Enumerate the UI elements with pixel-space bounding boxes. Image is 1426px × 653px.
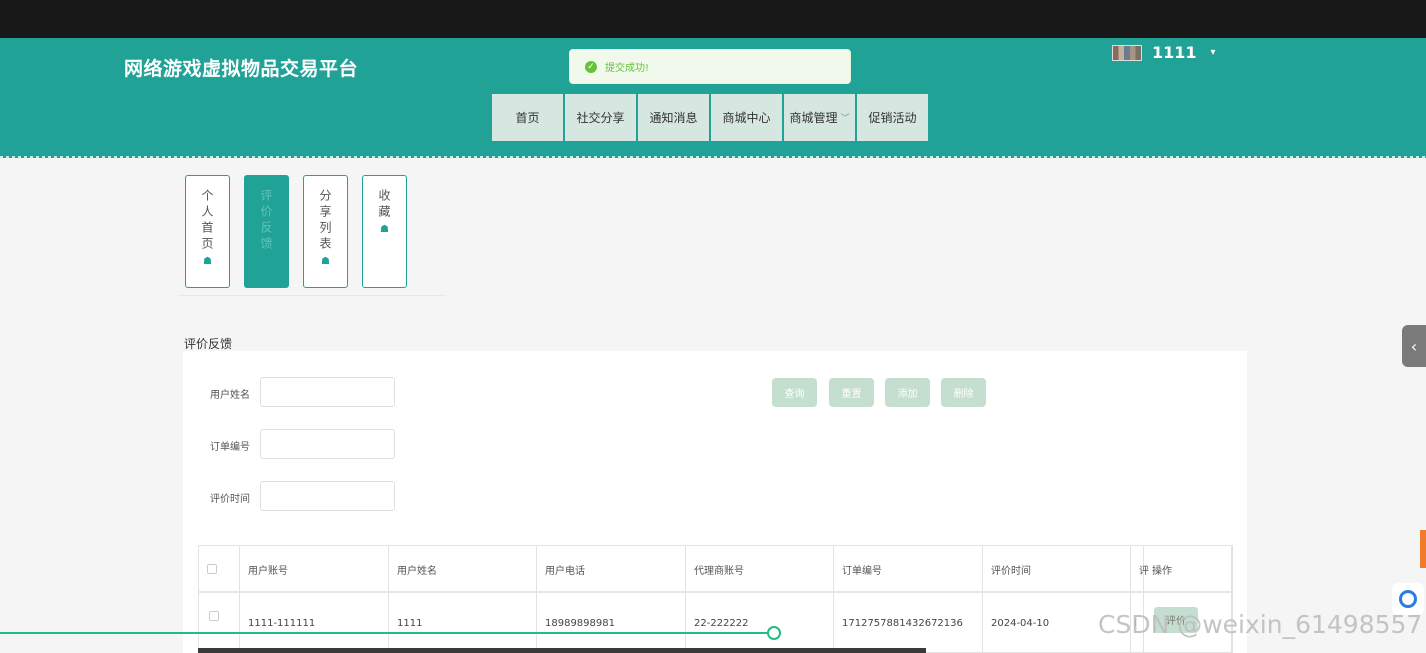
username-input[interactable] — [260, 377, 395, 407]
delete-button[interactable]: 删除 — [941, 378, 986, 407]
table-cell: 1712757881432672136 — [834, 593, 983, 652]
tab-share-list[interactable]: 分享列表 ☗ — [303, 175, 348, 288]
main-nav: 首页 社交分享 通知消息 商城中心 商城管理 ﹀ 促销活动 — [492, 94, 930, 141]
column-header[interactable]: 用户账号 — [240, 546, 389, 592]
column-header[interactable]: 代理商账号 — [686, 546, 834, 592]
tab-favorites[interactable]: 收藏 ☗ — [362, 175, 407, 288]
table-cell: 1111-111111 — [240, 593, 389, 652]
column-header[interactable]: 订单编号 — [834, 546, 983, 592]
page-title: 评价反馈 — [184, 337, 233, 351]
reset-button[interactable]: 重置 — [829, 378, 874, 407]
column-header[interactable]: 用户电话 — [537, 546, 686, 592]
select-all-cell — [199, 546, 240, 592]
username[interactable]: 1111 — [1152, 43, 1197, 62]
tab-divider — [178, 295, 446, 296]
watermark: CSDN @weixin_61498557 — [1098, 610, 1423, 639]
nav-promotions[interactable]: 促销活动 — [857, 94, 928, 141]
home-icon: ☗ — [380, 224, 389, 235]
progress-knob[interactable] — [767, 626, 781, 640]
caret-down-icon[interactable]: ▾ — [1211, 47, 1216, 58]
nav-social-share[interactable]: 社交分享 — [565, 94, 636, 141]
sidebar-toggle[interactable]: ‹ — [1402, 325, 1426, 367]
nav-notifications[interactable]: 通知消息 — [638, 94, 709, 141]
nav-mall-management[interactable]: 商城管理 ﹀ — [784, 94, 855, 141]
select-all-checkbox[interactable] — [207, 564, 217, 574]
row-select-cell — [199, 593, 240, 652]
bottom-scrollbar[interactable] — [198, 648, 926, 653]
chevron-down-icon[interactable]: ﹀ — [841, 111, 850, 124]
order-number-label: 订单编号 — [210, 442, 250, 453]
column-header[interactable]: 用户姓名 — [389, 546, 537, 592]
table-cell: 1111 — [389, 593, 537, 652]
feedback-table: 用户账号 用户姓名 用户电话 代理商账号 订单编号 评价时间 评 操作 1111… — [198, 545, 1233, 653]
home-icon: ☗ — [203, 256, 212, 267]
query-button[interactable]: 查询 — [772, 378, 817, 407]
site-title: 网络游戏虚拟物品交易平台 — [124, 58, 359, 80]
username-label: 用户姓名 — [210, 390, 250, 401]
table-cell: 22-222222 — [686, 593, 834, 652]
user-menu[interactable]: 1111 ▾ — [1112, 43, 1216, 62]
add-button[interactable]: 添加 — [885, 378, 930, 407]
header-divider — [0, 156, 1426, 158]
review-time-input[interactable] — [260, 481, 395, 511]
nav-home[interactable]: 首页 — [492, 94, 563, 141]
tab-feedback[interactable]: 评价反馈 — [244, 175, 289, 288]
row-checkbox[interactable] — [209, 610, 219, 621]
toast-message: 提交成功! — [605, 63, 650, 74]
column-header: 操作 — [1144, 546, 1232, 592]
table-cell: 18989898981 — [537, 593, 686, 652]
column-header[interactable]: 评 — [1131, 546, 1149, 592]
scroll-indicator — [1420, 530, 1426, 568]
column-header[interactable]: 评价时间 — [983, 546, 1131, 592]
check-circle-icon: ✓ — [585, 60, 597, 73]
chevron-left-icon[interactable]: ‹ — [1411, 337, 1417, 356]
home-icon: ☗ — [321, 256, 330, 267]
video-progress-bar[interactable] — [0, 632, 774, 634]
tab-personal-home[interactable]: 个人首页 ☗ — [185, 175, 230, 288]
nav-mall-center[interactable]: 商城中心 — [711, 94, 782, 141]
order-number-input[interactable] — [260, 429, 395, 459]
success-toast: ✓ 提交成功! — [569, 49, 851, 84]
browser-top-bar — [0, 0, 1426, 38]
review-time-label: 评价时间 — [210, 494, 250, 505]
avatar[interactable] — [1112, 44, 1142, 61]
side-tabs: 个人首页 ☗ 评价反馈 分享列表 ☗ 收藏 ☗ — [185, 175, 421, 288]
